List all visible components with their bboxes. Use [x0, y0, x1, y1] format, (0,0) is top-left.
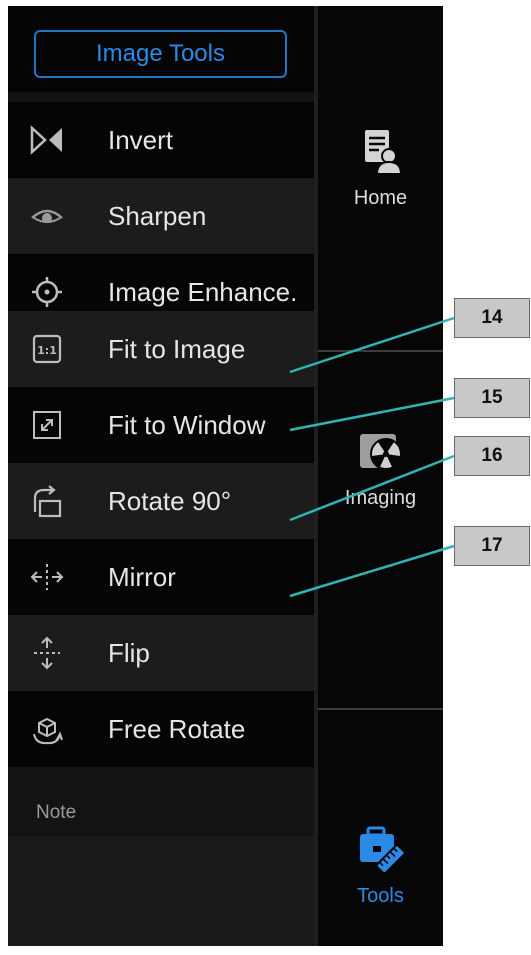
- leader-line-16: [289, 454, 455, 522]
- leader-line-14: [289, 316, 455, 374]
- leader-line-15: [289, 396, 455, 432]
- leader-line-17: [289, 544, 455, 598]
- callout-badge-17: 17: [454, 526, 530, 566]
- callout-badge-14: 14: [454, 298, 530, 338]
- callout-badge-15: 15: [454, 378, 530, 418]
- callout-leader-lines: [289, 316, 455, 598]
- callout-badge-16: 16: [454, 436, 530, 476]
